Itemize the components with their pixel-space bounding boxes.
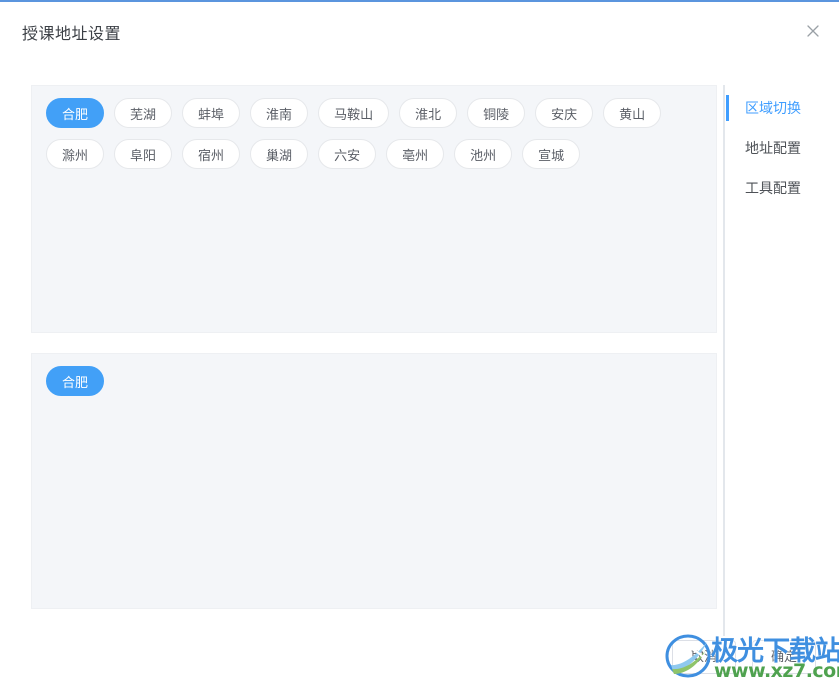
close-icon[interactable] xyxy=(803,21,823,41)
side-nav-item-1[interactable]: 地址配置 xyxy=(726,128,836,168)
region-tag-2[interactable]: 蚌埠 xyxy=(182,98,241,128)
region-tag-1[interactable]: 芜湖 xyxy=(114,98,173,128)
side-nav-item-2[interactable]: 工具配置 xyxy=(726,168,836,208)
selected-regions-tag-list: 合肥 xyxy=(46,366,702,407)
selected-region-tag-0[interactable]: 合肥 xyxy=(46,366,105,396)
region-tag-0[interactable]: 合肥 xyxy=(46,98,105,128)
region-tag-9[interactable]: 滁州 xyxy=(46,139,105,169)
region-tag-3[interactable]: 淮南 xyxy=(250,98,309,128)
region-tag-6[interactable]: 铜陵 xyxy=(467,98,526,128)
region-panels: 合肥 芜湖 蚌埠 淮南 马鞍山 淮北 铜陵 安庆 黄山 滁州 阜阳 宿州 巢湖 六安 亳州 池州 宣城 合肥 xyxy=(31,85,717,609)
available-regions-panel: 合肥 芜湖 蚌埠 淮南 马鞍山 淮北 铜陵 安庆 黄山滁州 阜阳 宿州 巢湖 六安 亳州 池州 宣城 xyxy=(31,85,717,333)
region-tag-11[interactable]: 宿州 xyxy=(182,139,241,169)
region-tag-5[interactable]: 淮北 xyxy=(399,98,458,128)
region-tag-16[interactable]: 宣城 xyxy=(522,139,581,169)
page-title: 授课地址设置 xyxy=(22,26,122,43)
dialog-footer: 取消 确定 xyxy=(0,618,839,694)
selected-regions-panel: 合肥 xyxy=(31,353,717,609)
side-nav-item-0[interactable]: 区域切换 xyxy=(726,88,836,128)
region-tag-10[interactable]: 阜阳 xyxy=(114,139,173,169)
confirm-button[interactable]: 确定 xyxy=(752,640,817,674)
panel-divider xyxy=(723,85,725,636)
available-regions-tag-list: 合肥 芜湖 蚌埠 淮南 马鞍山 淮北 铜陵 安庆 黄山滁州 阜阳 宿州 巢湖 六安 亳州 池州 宣城 xyxy=(46,98,702,180)
dialog-header: 授课地址设置 xyxy=(0,2,839,58)
region-tag-12[interactable]: 巢湖 xyxy=(250,139,309,169)
region-tag-4[interactable]: 马鞍山 xyxy=(318,98,390,128)
dialog-body: 合肥 芜湖 蚌埠 淮南 马鞍山 淮北 铜陵 安庆 黄山 滁州 阜阳 宿州 巢湖 六安 亳州 池州 宣城 合肥 区… xyxy=(0,58,839,636)
region-tag-13[interactable]: 六安 xyxy=(318,139,377,169)
cancel-button[interactable]: 取消 xyxy=(672,640,737,674)
side-nav: 区域切换 地址配置 工具配置 xyxy=(726,88,836,208)
region-tag-8[interactable]: 黄山 xyxy=(603,98,662,128)
region-tag-14[interactable]: 亳州 xyxy=(386,139,445,169)
region-tag-7[interactable]: 安庆 xyxy=(535,98,594,128)
region-tag-15[interactable]: 池州 xyxy=(454,139,513,169)
